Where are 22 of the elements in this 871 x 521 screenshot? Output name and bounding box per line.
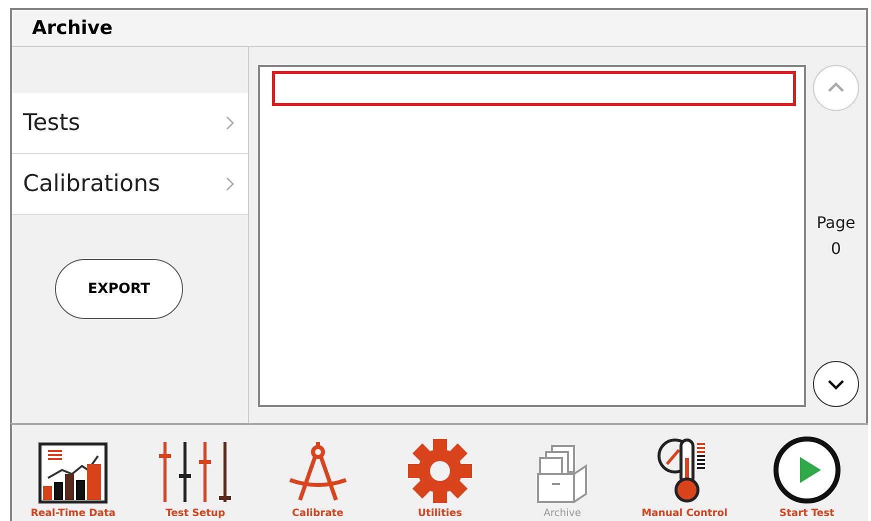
chart-icon (38, 442, 108, 504)
toolbar-button[interactable]: Test Setup (134, 425, 257, 521)
chevron-right-icon (226, 116, 234, 130)
page-label: Page (816, 212, 856, 234)
toolbar-button[interactable]: Calibrate (256, 425, 379, 521)
sliders-icon (157, 440, 234, 504)
toolbar-button[interactable]: Real-Time Data (12, 425, 134, 521)
sidebar-item[interactable]: Calibrations (12, 154, 248, 215)
page-number: 0 (830, 238, 842, 260)
toolbar-button[interactable]: Utilities (378, 425, 502, 521)
scroll-down-button[interactable] (813, 361, 859, 407)
sidebar-item[interactable]: Tests (12, 93, 248, 154)
chevron-down-icon (827, 378, 845, 390)
toolbar-button[interactable]: Manual Control (623, 425, 746, 521)
chevron-up-icon (827, 82, 845, 94)
export-button[interactable]: EXPORT (55, 259, 183, 319)
play-icon (772, 436, 841, 504)
window-title: Archive (12, 10, 866, 47)
gear-icon (406, 438, 473, 504)
toolbar-button[interactable]: Start Test (746, 425, 868, 521)
chevron-right-icon (226, 177, 234, 191)
list-row[interactable] (272, 71, 796, 106)
